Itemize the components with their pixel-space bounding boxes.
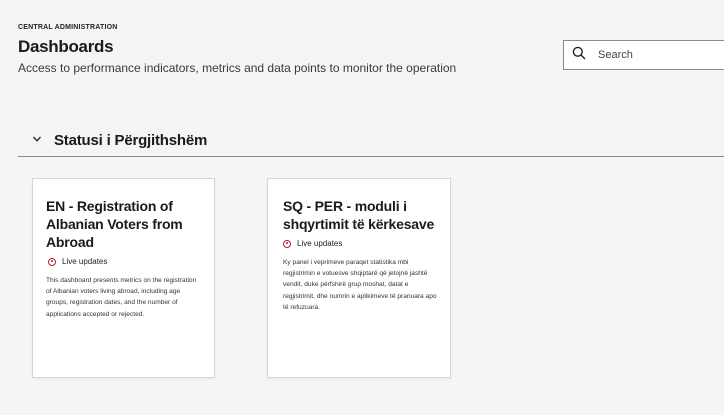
- section-divider: [18, 156, 724, 157]
- page-subtitle: Access to performance indicators, metric…: [18, 61, 457, 75]
- live-dot-icon: [283, 239, 291, 248]
- live-updates-label: Live updates: [62, 257, 108, 266]
- dashboard-card[interactable]: EN - Registration of Albanian Voters fro…: [32, 178, 215, 378]
- search-box[interactable]: [563, 40, 724, 70]
- page-header: CENTRAL ADMINISTRATION Dashboards Access…: [18, 24, 456, 75]
- live-updates-indicator: Live updates: [46, 257, 201, 266]
- live-dot-icon: [48, 257, 56, 266]
- search-icon: [572, 46, 586, 65]
- dashboard-card[interactable]: SQ - PER - moduli i shqyrtimit të kërkes…: [267, 178, 451, 378]
- card-description: This dashboard presents metrics on the r…: [46, 277, 197, 318]
- page-title: Dashboards: [18, 37, 114, 56]
- search-input[interactable]: [596, 48, 710, 62]
- chevron-down-icon: [32, 131, 42, 149]
- section-title: Statusi i Përgjithshëm: [54, 131, 208, 149]
- section-toggle[interactable]: Statusi i Përgjithshëm: [32, 131, 207, 149]
- live-updates-label: Live updates: [297, 239, 343, 248]
- card-title: EN - Registration of Albanian Voters fro…: [46, 198, 183, 250]
- card-title: SQ - PER - moduli i shqyrtimit të kërkes…: [283, 198, 435, 232]
- live-updates-indicator: Live updates: [281, 239, 437, 248]
- card-description: Ky panel i veprimeve paraqet statistika …: [283, 259, 437, 311]
- page-eyebrow: CENTRAL ADMINISTRATION: [18, 24, 118, 31]
